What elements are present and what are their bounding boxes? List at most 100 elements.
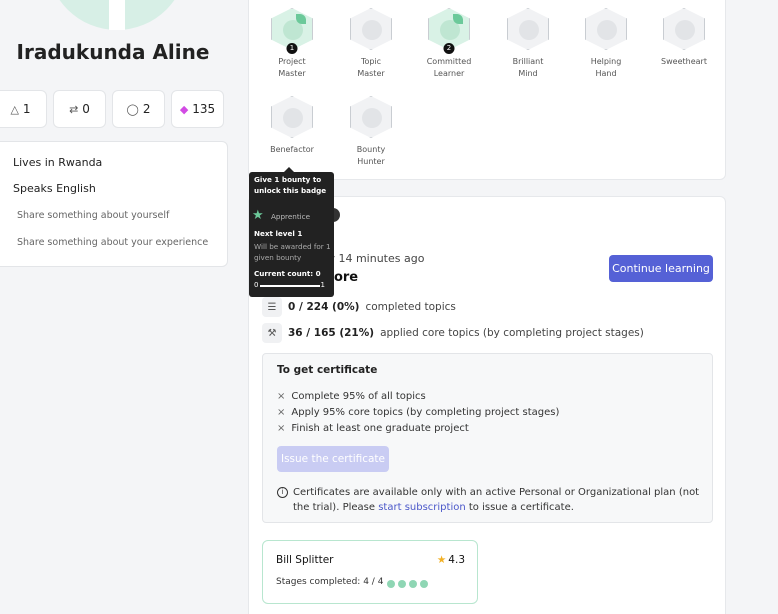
badge-name: Topic Master: [334, 56, 408, 80]
cross-icon: ×: [277, 391, 286, 402]
checklist-icon: ☰: [262, 297, 282, 317]
badge-name: Sweetheart: [647, 56, 721, 68]
stage-dot: [398, 580, 406, 588]
badge-name: Bounty Hunter: [334, 144, 408, 168]
badge-committed-learner[interactable]: 2 Committed Learner: [412, 8, 486, 80]
tooltip-heading: Give 1 bounty to unlock this badge: [254, 174, 326, 196]
badge-name: Project Master: [255, 56, 329, 80]
badge-name: Committed Learner: [412, 56, 486, 80]
applied-topics-value: 36 / 165 (21%): [288, 327, 375, 339]
lives-in: Lives in Rwanda: [13, 156, 103, 169]
badge-sweetheart[interactable]: Sweetheart: [647, 8, 721, 68]
completed-topics-value: 0 / 224 (0%): [288, 301, 360, 313]
tooltip-heading-line: Give 1 bounty to: [254, 175, 322, 184]
tooltip-current-count: Current count: 0: [254, 269, 321, 278]
hammer-icon: ⚒: [262, 323, 282, 343]
project-card[interactable]: Bill Splitter ★ 4.3 Stages completed: 4 /…: [262, 540, 478, 604]
badge-name-line: Mind: [518, 69, 538, 78]
badge-name-line: Master: [357, 69, 385, 78]
stage-dots: [387, 580, 428, 588]
stat-tracks[interactable]: ⇄ 0: [53, 90, 106, 128]
certificate-title: To get certificate: [277, 364, 378, 376]
certificate-box: To get certificate × Complete 95% of all …: [262, 353, 713, 523]
route-icon: ⇄: [69, 102, 79, 116]
start-subscription-link[interactable]: start subscription: [378, 502, 465, 513]
stat-value: 1: [22, 102, 31, 116]
stages-completed: Stages completed: 4 / 4: [276, 577, 383, 587]
tooltip-heading-line: unlock this badge: [254, 186, 327, 195]
continue-learning-button[interactable]: Continue learning: [609, 255, 713, 282]
completed-topics-text: completed topics: [365, 301, 456, 313]
badge-tooltip: Give 1 bounty to unlock this badge ★ Appr…: [249, 167, 334, 297]
stage-dot: [387, 580, 395, 588]
tooltip-badge-name: Apprentice: [271, 211, 311, 221]
stage-dot: [420, 580, 428, 588]
info-icon: i: [277, 487, 288, 498]
stage-dot: [409, 580, 417, 588]
badge-hex-icon: [350, 96, 392, 138]
badge-name: Brilliant Mind: [491, 56, 565, 80]
tooltip-description-line: given bounty: [254, 253, 302, 262]
speaks: Speaks English: [13, 182, 96, 195]
badge-name-line: Brilliant: [512, 57, 544, 66]
star-icon: ★: [436, 554, 447, 566]
badge-name-line: Bounty: [356, 145, 386, 154]
badge-project-master[interactable]: 1 Project Master: [255, 8, 329, 80]
project-name: Bill Splitter: [276, 554, 334, 566]
applied-topics-text: applied core topics (by completing proje…: [380, 327, 644, 339]
progress-min: 0: [254, 281, 259, 289]
badge-benefactor[interactable]: Benefactor: [255, 96, 329, 156]
requirement-text: Finish at least one graduate project: [291, 423, 469, 434]
graduation-icon: △: [10, 102, 19, 116]
badge-name-line: Helping: [590, 57, 622, 66]
completed-topics-row: ☰ 0 / 224 (0%) completed topics: [262, 297, 456, 317]
certificate-requirement: × Apply 95% core topics (by completing pr…: [277, 407, 559, 418]
badge-hex-icon: [271, 96, 313, 138]
avatar: [47, 0, 187, 30]
issue-certificate-button[interactable]: Issue the certificate: [277, 446, 389, 472]
progress-track: [260, 285, 320, 287]
badge-level: 1: [286, 43, 298, 54]
tooltip-description: Will be awarded for 1 given bounty: [254, 241, 331, 263]
badge-bounty-hunter[interactable]: Bounty Hunter: [334, 96, 408, 168]
badge-hex-icon: [663, 8, 705, 50]
stat-value: 2: [142, 102, 151, 116]
badge-name-line: Hand: [595, 69, 617, 78]
badge-name-line: Sweetheart: [661, 57, 707, 66]
certificate-requirement: × Complete 95% of all topics: [277, 391, 426, 402]
stages-value: 4 / 4: [363, 577, 384, 587]
badge-name: Benefactor: [255, 144, 329, 156]
stat-graduations[interactable]: △ 1: [0, 90, 47, 128]
gem-icon: ◆: [179, 102, 189, 116]
note-text: to issue a certificate.: [468, 502, 574, 513]
rating-value: 4.3: [448, 554, 465, 566]
profile-name: Iradukunda Aline: [16, 40, 210, 64]
badge-helping-hand[interactable]: Helping Hand: [569, 8, 643, 80]
requirement-text: Apply 95% core topics (by completing pro…: [291, 407, 560, 418]
progress-max: 1: [320, 281, 325, 289]
badge-name-line: Committed: [426, 57, 472, 66]
badge-name-line: Learner: [433, 69, 465, 78]
share-experience-link[interactable]: Share something about your experience: [17, 237, 208, 248]
stat-badges[interactable]: ◯ 2: [112, 90, 165, 128]
stat-gems[interactable]: ◆ 135: [171, 90, 224, 128]
badges-card: 1 Project Master Topic Master 2 Committed L…: [248, 0, 726, 180]
stat-value: 135: [192, 102, 216, 116]
badge-brilliant-mind[interactable]: Brilliant Mind: [491, 8, 565, 80]
applied-topics-row: ⚒ 36 / 165 (21%) applied core topics (by…: [262, 323, 644, 343]
badge-name: Helping Hand: [569, 56, 643, 80]
badge-hex-icon: [507, 8, 549, 50]
requirement-text: Complete 95% of all topics: [291, 391, 426, 402]
badge-name-line: Hunter: [357, 157, 385, 166]
badge-name-line: Benefactor: [270, 145, 314, 154]
tooltip-progress: 0 1: [254, 281, 329, 291]
tooltip-badge: ★ Apprentice: [252, 208, 331, 224]
profile-stats: △ 1 ⇄ 0 ◯ 2 ◆ 135: [0, 90, 224, 128]
badge-name-line: Project: [278, 57, 306, 66]
share-about-link[interactable]: Share something about yourself: [17, 210, 169, 221]
stat-value: 0: [82, 102, 90, 116]
badge-topic-master[interactable]: Topic Master: [334, 8, 408, 80]
badge-hex-icon: [350, 8, 392, 50]
cross-icon: ×: [277, 407, 286, 418]
about-card: Lives in Rwanda Speaks English Share som…: [0, 141, 228, 267]
